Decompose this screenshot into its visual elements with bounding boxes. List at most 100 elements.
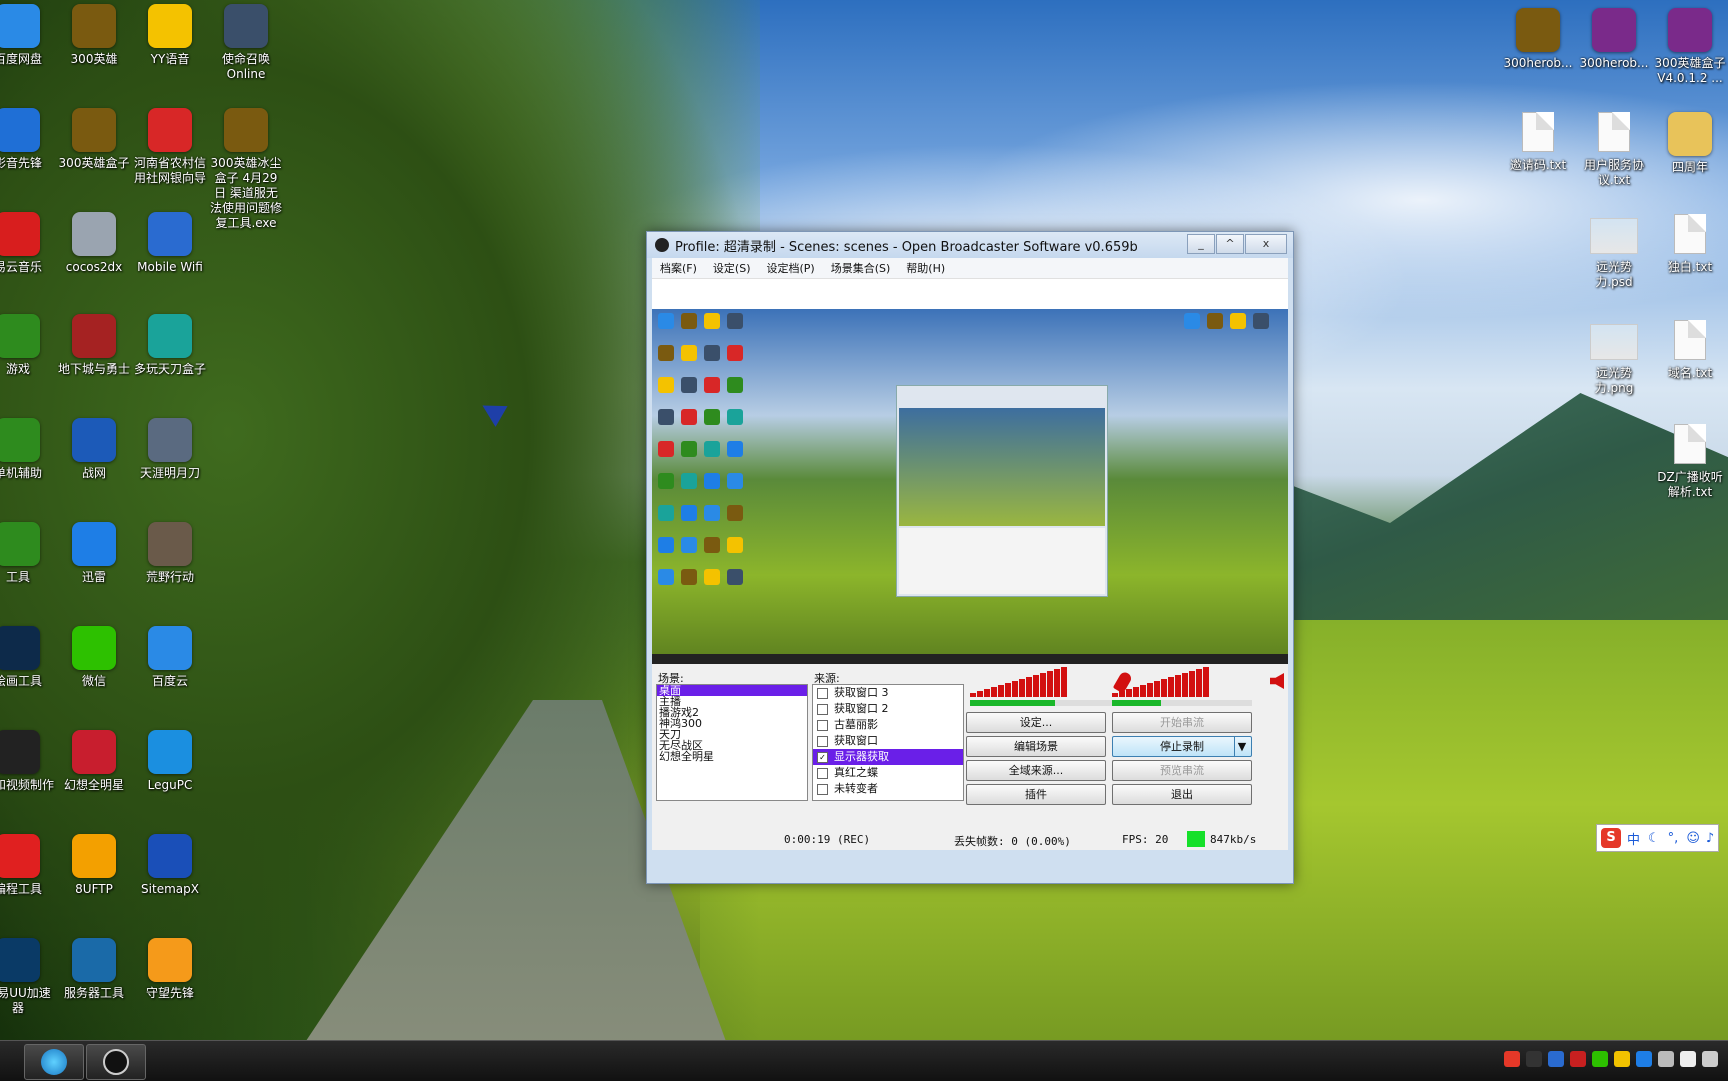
desktop-icon-mobile-wifi[interactable]: Mobile Wifi [134,212,206,275]
menu-scene-collection[interactable]: 场景集合(S) [823,260,899,276]
desktop-icon-tianya[interactable]: 天涯明月刀 [134,418,206,481]
desktop-icon-tree-folder[interactable]: 工具 [0,522,54,585]
plugins-button[interactable]: 插件 [966,784,1106,805]
desktop-icon-right-5[interactable]: 四周年 [1654,112,1726,175]
taskbar-360-browser[interactable] [24,1044,84,1080]
menu-file[interactable]: 档案(F) [652,260,705,276]
clock-tray-icon[interactable] [1702,1051,1718,1067]
source-item[interactable]: 获取窗口 2 [813,701,963,717]
edit-scene-button[interactable]: 编辑场景 [966,736,1106,757]
desktop-icon-sitemapx[interactable]: SitemapX [134,834,206,897]
network-tray-icon[interactable] [1548,1051,1564,1067]
source-item[interactable]: 未转变者 [813,781,963,797]
taskbar-obs[interactable] [86,1044,146,1080]
obs-preview[interactable] [652,309,1288,664]
desktop-icon-battlenet[interactable]: 战网 [58,418,130,481]
desktop-icon-netease-music[interactable]: 易云音乐 [0,212,54,275]
source-item[interactable]: 真红之蝶 [813,765,963,781]
maximize-button[interactable]: ^ [1216,234,1244,254]
desktop-icon-ftp[interactable]: 8UFTP [58,834,130,897]
obs-window[interactable]: Profile: 超清录制 - Scenes: scenes - Open Br… [646,231,1294,884]
start-streaming-button[interactable]: 开始串流 [1112,712,1252,733]
desktop-icon-right-1[interactable]: 300herob... [1578,8,1650,71]
desktop-icon-bank-guide[interactable]: 河南省农村信用社网银向导 [134,108,206,186]
desktop-icon-300hero-fix[interactable]: 300英雄冰尘盒子 4月29日 渠道服无法使用问题修复工具.exe [210,108,282,231]
source-checkbox[interactable] [817,735,828,747]
source-checkbox[interactable] [817,703,828,715]
desktop-icon-baidu-cloud[interactable]: 百度云 [134,626,206,689]
global-sources-button[interactable]: 全域来源... [966,760,1106,781]
ime-toolbar[interactable]: S 中 ☾ °, ☺ ♪ [1596,824,1720,852]
source-checkbox[interactable] [817,767,828,779]
source-item[interactable]: ✓ 显示器获取 [813,749,963,765]
desktop-icon-thunder[interactable]: 迅雷 [58,522,130,585]
desktop-icon-overwatch[interactable]: 守望先锋 [134,938,206,1001]
dropdown-arrow-icon[interactable]: ▼ [1234,737,1249,756]
desktop-icon-yy-voice[interactable]: YY语音 [134,4,206,67]
qq-tray-icon[interactable] [1614,1051,1630,1067]
sogou-tray-icon[interactable] [1504,1051,1520,1067]
desktop-icon-xfplay[interactable]: 影音先锋 [0,108,54,171]
desktop-icon-server-tool[interactable]: 服务器工具 [58,938,130,1001]
speaker-tray-icon[interactable] [1680,1051,1696,1067]
desktop-icon-obs[interactable]: 音和视频制作 [0,730,54,793]
preview-stream-button[interactable]: 预览串流 [1112,760,1252,781]
ime-punct-icon[interactable]: °, [1668,831,1679,846]
desktop-icon-fantasy-allstar[interactable]: 幻想全明星 [58,730,130,793]
desktop-icon-hbuilder[interactable]: 编程工具 [0,834,54,897]
menu-profile[interactable]: 设定档(P) [759,260,823,276]
desktop-icon-knives-out[interactable]: 荒野行动 [134,522,206,585]
volume-tray-icon[interactable] [1570,1051,1586,1067]
desktop-icon-baidu-netdisk[interactable]: 百度网盘 [0,4,54,67]
source-item[interactable]: 古墓丽影 [813,717,963,733]
menu-settings[interactable]: 设定(S) [705,260,759,276]
exit-button[interactable]: 退出 [1112,784,1252,805]
speaker-icon[interactable] [1270,673,1284,689]
desktop-icon-right-0[interactable]: 300herob... [1502,8,1574,71]
action-center-icon[interactable] [1658,1051,1674,1067]
ime-mode[interactable]: 中 [1627,829,1640,848]
source-checkbox[interactable] [817,687,828,699]
source-checkbox[interactable]: ✓ [817,751,828,763]
desktop-icon-right-9[interactable]: 域名.txt [1654,320,1726,381]
ime-emoji-icon[interactable]: ☺ [1686,831,1700,846]
obs-tray-icon[interactable] [1526,1051,1542,1067]
close-button[interactable]: x [1245,234,1287,254]
tray-app-icon[interactable] [1592,1051,1608,1067]
desktop-icon-right-4[interactable]: 用户服务协议.txt [1578,112,1650,188]
thunder-tray-icon[interactable] [1636,1051,1652,1067]
desktop-icon-right-2[interactable]: 300英雄盒子V4.0.1.2 ... [1654,8,1726,86]
desktop-icon-tree-folder[interactable]: 单机辅助 [0,418,54,481]
desktop-icon-cod-online[interactable]: 使命召唤 Online [210,4,282,82]
obs-titlebar[interactable]: Profile: 超清录制 - Scenes: scenes - Open Br… [647,232,1293,258]
desktop-icon-dnf[interactable]: 地下城与勇士 [58,314,130,377]
desktop-icon-cocos2dx[interactable]: cocos2dx [58,212,130,275]
scene-item[interactable]: 幻想全明星 [657,751,807,762]
desktop-icon-tree-folder[interactable]: 游戏 [0,314,54,377]
ime-mic-icon[interactable]: ♪ [1706,831,1714,846]
mic-volume-meter[interactable] [970,667,1068,697]
desktop-icon-uu-accelerator[interactable]: 网易UU加速器 [0,938,54,1016]
source-item[interactable]: 获取窗口 [813,733,963,749]
desktop-icon-right-3[interactable]: 邀请码.txt [1502,112,1574,173]
ime-moon-icon[interactable]: ☾ [1648,831,1660,846]
desktop-icon-right-7[interactable]: 独白.txt [1654,214,1726,275]
minimize-button[interactable]: _ [1187,234,1215,254]
source-list[interactable]: 获取窗口 3 获取窗口 2 古墓丽影 获取窗口 ✓ 显示器获取 真红之蝶 未转变者 [812,684,964,801]
source-item[interactable]: 获取窗口 3 [813,685,963,701]
desktop-icon-300hero[interactable]: 300英雄 [58,4,130,67]
desktop-icon-tiandao-box[interactable]: 多玩天刀盒子 [134,314,206,377]
desktop-icon-legupc[interactable]: LeguPC [134,730,206,793]
menu-help[interactable]: 帮助(H) [898,260,953,276]
desktop-icon-right-6[interactable]: 远光势力.psd [1578,214,1650,290]
desktop-icon-300hero-box[interactable]: 300英雄盒子 [58,108,130,171]
desktop-icon-right-10[interactable]: DZ广播收听解析.txt [1654,424,1726,500]
desktop-icon-photoshop[interactable]: 绘画工具 [0,626,54,689]
stop-recording-button[interactable]: 停止录制 ▼ [1112,736,1252,757]
source-checkbox[interactable] [817,719,828,731]
settings-button[interactable]: 设定... [966,712,1106,733]
desktop-icon-wechat[interactable]: 微信 [58,626,130,689]
source-checkbox[interactable] [817,783,828,795]
desktop-icon-right-8[interactable]: 远光势力.png [1578,320,1650,396]
scene-list[interactable]: 桌面 主播 播游戏2 神鸿300 天刀 无尽战区 幻想全明星 [656,684,808,801]
